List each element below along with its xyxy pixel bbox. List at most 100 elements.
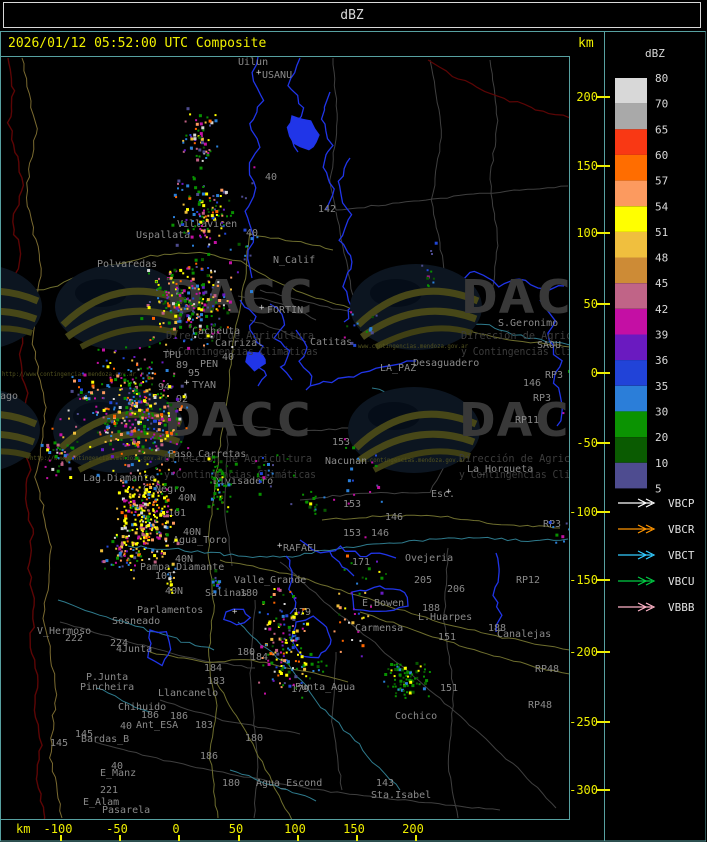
map-label: TYAN	[192, 380, 216, 391]
map-label: 153	[343, 499, 361, 510]
x-axis-tick-label: -100	[44, 822, 73, 836]
map-label: 188	[422, 603, 440, 614]
legend-swatch	[615, 103, 647, 130]
legend-stop-label: 42	[655, 303, 668, 316]
map-label: 151	[440, 683, 458, 694]
map-label: Lag.Diamante	[83, 473, 155, 484]
map-label: USANU	[262, 70, 292, 81]
station-marker-icon: +	[259, 303, 265, 313]
y-axis-tick-label: -50	[576, 436, 598, 450]
watermark-line1: Dirección de Agricultura	[461, 329, 609, 342]
map-label: 40	[120, 721, 132, 732]
x-axis-tick-label: -50	[106, 822, 128, 836]
map-label: RP3	[533, 393, 551, 404]
map-label: 153	[332, 437, 350, 448]
legend-stop-label: 20	[655, 431, 668, 444]
map-label: RAFAEL	[283, 543, 319, 554]
map-label: 183	[195, 720, 213, 731]
map-label: Cochico	[395, 711, 437, 722]
legend-title: dBZ	[645, 47, 665, 60]
map-label: 186	[141, 710, 159, 721]
y-axis-tick-label: -300	[569, 783, 598, 797]
legend-swatch	[615, 231, 647, 258]
y-axis-tick-label: -250	[569, 715, 598, 729]
map-label: 142	[318, 204, 336, 215]
map-label: Valle_Grande	[234, 575, 306, 586]
map-label: 89	[176, 360, 188, 371]
legend-swatch	[615, 308, 647, 335]
legend-stop-label: 10	[655, 457, 668, 470]
y-axis-tick-label: 50	[584, 297, 598, 311]
x-axis-unit: km	[16, 822, 30, 836]
legend-swatch	[615, 437, 647, 463]
map-label: Pasarela	[102, 805, 150, 816]
x-axis-tick-label: 100	[284, 822, 306, 836]
map-label: 180	[240, 588, 258, 599]
map-label: Punta_Agua	[295, 682, 355, 693]
map-label: 205	[414, 575, 432, 586]
map-label: N_Calif	[273, 255, 315, 266]
x-axis-tick-label: 200	[402, 822, 424, 836]
legend-stop-label: 45	[655, 277, 668, 290]
map-label: Desaguadero	[413, 358, 479, 369]
map-label: LA_PAZ	[380, 363, 416, 374]
map-label: RP3	[543, 519, 561, 530]
map-label: Polvaredas	[97, 259, 157, 270]
map-label: 171	[352, 557, 370, 568]
map-label: 40N	[175, 554, 193, 565]
map-label: Pincheira	[80, 682, 134, 693]
watermark-url: http://www.contingencias.mendoza.gov.ar	[2, 371, 136, 378]
map-label: La_Horqueta	[467, 464, 533, 475]
map-label: 151	[438, 632, 456, 643]
map-label: 40N	[183, 527, 201, 538]
legend-swatch	[615, 385, 647, 412]
map-label: 146	[523, 378, 541, 389]
map-label: 40N	[178, 493, 196, 504]
y-axis-tick-label: -150	[569, 573, 598, 587]
map-label: RP48	[535, 664, 559, 675]
vector-label: VBCU	[668, 575, 695, 588]
map-label: FORTIN	[267, 305, 303, 316]
y-axis-tick-label: 200	[576, 90, 598, 104]
map-label: PEN	[200, 359, 218, 370]
map-label: Esc.	[431, 489, 455, 500]
legend-swatch	[615, 411, 647, 437]
map-label: 186	[200, 751, 218, 762]
map-label: S.Geronimo	[498, 318, 558, 329]
legend-stop-label: 36	[655, 354, 668, 367]
map-label: 184	[204, 663, 222, 674]
legend-stop-label: 30	[655, 405, 668, 418]
map-label: 40	[222, 352, 234, 363]
legend-swatch	[615, 462, 647, 489]
map-label: 180	[222, 778, 240, 789]
map-label: RP3	[545, 370, 563, 381]
legend-swatch	[615, 154, 647, 181]
legend-stop-label: 60	[655, 149, 668, 162]
vector-label: VBCT	[668, 549, 695, 562]
legend-swatch	[615, 180, 647, 207]
y-axis-tick-label: 100	[576, 226, 598, 240]
legend-stop-label: 39	[655, 329, 668, 342]
legend-stop-label: 65	[655, 123, 668, 136]
map-label: 40	[265, 172, 277, 183]
map-label: 186	[170, 711, 188, 722]
legend-swatch	[615, 206, 647, 232]
map-label: 40	[111, 761, 123, 772]
y-axis-tick-label: 0	[591, 366, 598, 380]
legend-stop-label: 5	[655, 482, 662, 495]
legend-stop-label: 54	[655, 200, 669, 213]
map-label: Catitas	[310, 337, 352, 348]
map-label: Carmensa	[355, 623, 403, 634]
map-label: 188	[488, 623, 506, 634]
legend-swatch	[615, 360, 647, 386]
map-label: 4Junta	[116, 644, 152, 655]
map-label: 221	[100, 785, 118, 796]
map-label: RP48	[528, 700, 552, 711]
map-label: 40N	[165, 586, 183, 597]
map-label: E.Bowen	[362, 598, 404, 609]
legend-stop-label: 51	[655, 226, 668, 239]
map-label: 222	[65, 633, 83, 644]
map-label: Paso_Carretas	[168, 449, 246, 460]
y-axis-tick-label: -100	[569, 505, 598, 519]
map-label: RP11	[515, 415, 539, 426]
